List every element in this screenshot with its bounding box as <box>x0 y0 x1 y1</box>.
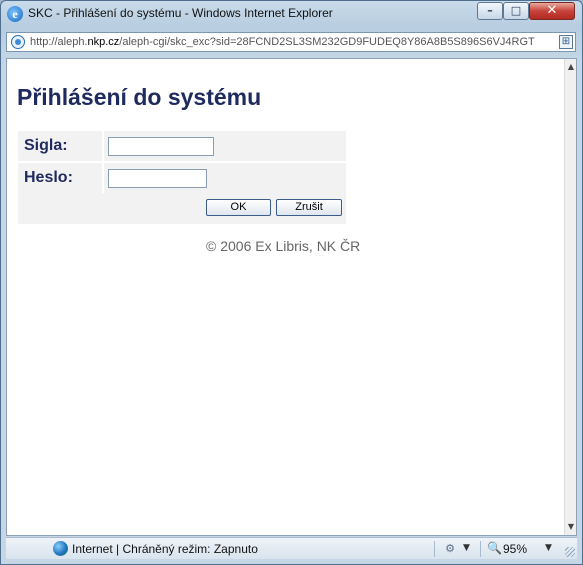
close-icon: ✕ <box>546 3 558 18</box>
heslo-label: Heslo: <box>24 169 73 186</box>
close-button[interactable]: ✕ <box>529 2 575 20</box>
maximize-icon: □ <box>510 4 522 17</box>
column-divider <box>102 131 104 193</box>
scroll-down-icon[interactable]: ▼ <box>566 521 576 533</box>
heslo-row: Heslo: <box>18 163 346 193</box>
page-icon <box>11 35 25 49</box>
zoom-level[interactable]: 95% <box>503 542 527 556</box>
internet-zone-icon <box>53 541 68 556</box>
status-bar: Internet | Chráněný režim: Zapnuto ⚙ ▼ 🔍… <box>6 537 577 559</box>
maximize-button[interactable]: □ <box>503 2 529 20</box>
minimize-icon: – <box>487 4 493 17</box>
zoom-dropdown-icon[interactable]: ▼ <box>545 543 552 553</box>
scroll-up-icon[interactable]: ▲ <box>566 61 576 73</box>
page-title: Přihlášení do systému <box>17 84 262 110</box>
zoom-icon[interactable]: 🔍 <box>487 541 502 555</box>
ok-button[interactable]: OK <box>206 199 271 216</box>
login-form: Sigla: Heslo: OK Zrušit <box>18 131 346 224</box>
window-title: SKC - Přihlášení do systému - Windows In… <box>28 6 333 20</box>
cancel-button[interactable]: Zrušit <box>276 199 342 216</box>
compatibility-view-icon[interactable]: ⊞ <box>559 35 573 49</box>
title-bar[interactable]: e SKC - Přihlášení do systému - Windows … <box>1 1 582 27</box>
copyright-footer: © 2006 Ex Libris, NK ČR <box>206 238 361 254</box>
sigla-row: Sigla: <box>18 131 346 161</box>
internet-explorer-icon: e <box>7 6 23 22</box>
heslo-input[interactable] <box>108 169 207 188</box>
address-bar[interactable]: http://aleph.nkp.cz/aleph-cgi/skc_exc?si… <box>6 32 576 52</box>
status-divider <box>434 541 435 557</box>
page-content: Přihlášení do systému Sigla: Heslo: OK Z… <box>6 58 577 536</box>
minimize-button[interactable]: – <box>477 2 503 20</box>
url-text[interactable]: http://aleph.nkp.cz/aleph-cgi/skc_exc?si… <box>30 36 550 48</box>
sigla-input[interactable] <box>108 137 214 156</box>
vertical-scrollbar[interactable]: ▲ ▼ <box>564 59 576 535</box>
chevron-down-icon[interactable]: ▼ <box>463 543 470 553</box>
resize-grip[interactable] <box>565 547 575 557</box>
sigla-label: Sigla: <box>24 137 68 154</box>
security-zone-text[interactable]: Internet | Chráněný režim: Zapnuto <box>72 542 258 556</box>
status-divider <box>480 541 481 557</box>
protected-mode-icon[interactable]: ⚙ <box>443 542 457 556</box>
browser-window: e SKC - Přihlášení do systému - Windows … <box>0 0 583 565</box>
